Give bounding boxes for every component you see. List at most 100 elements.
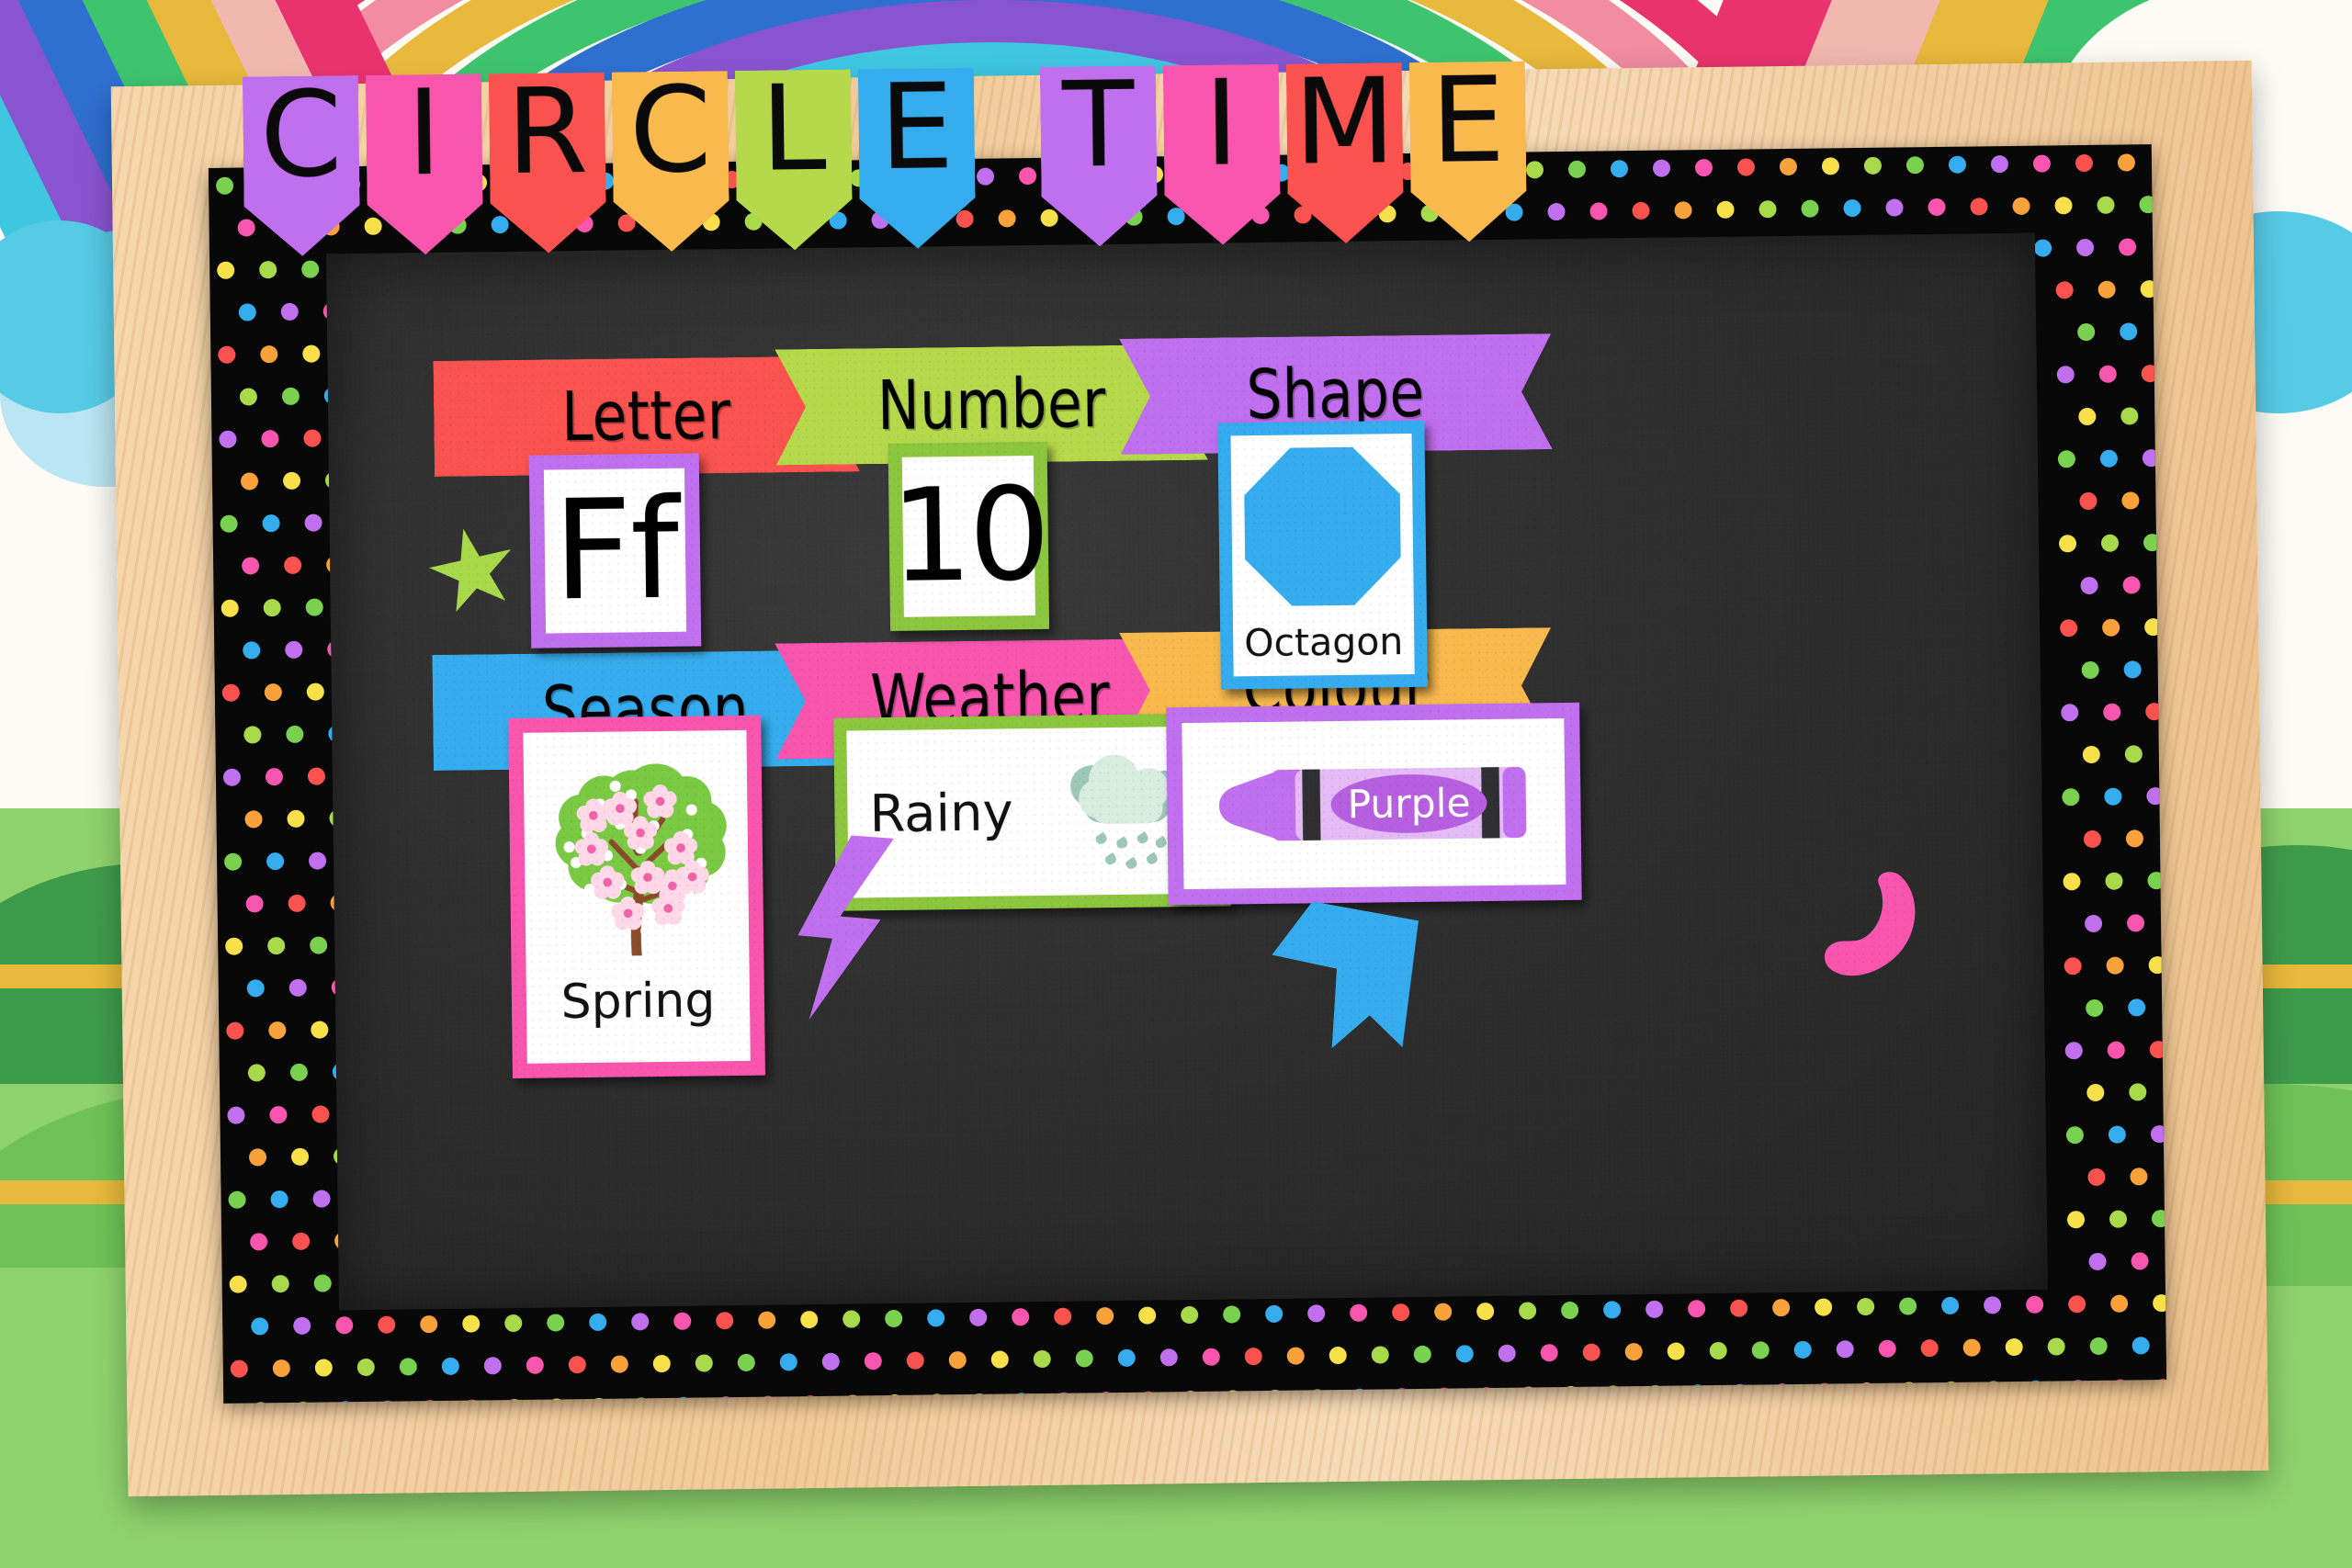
- polka-dot: [1371, 1346, 1389, 1364]
- title-letter: T: [1061, 56, 1136, 195]
- polka-dot: [307, 767, 326, 785]
- polka-dot: [1434, 1303, 1453, 1321]
- polka-dot: [1652, 159, 1671, 177]
- polka-dot: [2087, 1168, 2106, 1187]
- banner-shape[interactable]: Shape: [1119, 333, 1553, 455]
- polka-dot: [2066, 1211, 2086, 1229]
- polka-dot: [1694, 158, 1713, 177]
- polka-dot: [271, 1274, 289, 1293]
- polka-dot: [2063, 873, 2081, 891]
- screenshot-stage: Letter Number Shape Season Weather Colour Ff 10…: [0, 0, 2352, 1568]
- polka-dot: [2131, 1252, 2149, 1270]
- polka-dot: [526, 1356, 544, 1374]
- polka-dot: [2012, 197, 2030, 215]
- polka-dot: [1054, 1307, 1072, 1325]
- polka-dot: [272, 1359, 290, 1378]
- polka-dot: [1632, 201, 1650, 220]
- card-face: Purple: [1182, 717, 1566, 890]
- card-colour[interactable]: Purple: [1166, 702, 1582, 906]
- polka-dot: [2128, 998, 2146, 1017]
- octagon-icon: [1243, 446, 1401, 606]
- polka-dot: [1821, 157, 1840, 175]
- card-face: Ff: [543, 468, 687, 634]
- polka-dot: [2060, 619, 2078, 637]
- banner-label-colour: Colour: [1242, 647, 1430, 729]
- polka-dot: [2047, 1337, 2065, 1356]
- polka-dot: [242, 557, 260, 575]
- card-face: 10: [889, 456, 1047, 617]
- card-weather[interactable]: Rainy: [833, 713, 1231, 911]
- title-banner: CIRCLE TIME: [243, 61, 1534, 256]
- card-season[interactable]: Spring: [508, 715, 765, 1078]
- polka-dot: [2102, 618, 2120, 637]
- polka-dot: [1751, 1341, 1770, 1359]
- title-pennant-m-9: M: [1286, 62, 1404, 244]
- polka-dot: [226, 1021, 244, 1040]
- title-letter: C: [628, 62, 713, 200]
- polka-dot: [1589, 202, 1608, 220]
- polka-dot: [2120, 322, 2138, 341]
- polka-dot: [2033, 239, 2052, 257]
- polka-dot: [2054, 197, 2073, 215]
- polka-dot: [218, 345, 236, 364]
- polka-dot: [310, 936, 328, 954]
- polka-dot: [217, 261, 235, 279]
- star-shape: [421, 519, 526, 624]
- polka-dot: [225, 937, 243, 955]
- banner-letter[interactable]: Letter: [433, 355, 860, 477]
- polka-dot: [306, 682, 324, 701]
- polka-dot: [800, 1310, 819, 1329]
- banner-colour[interactable]: Colour: [1119, 627, 1553, 749]
- polka-dot: [483, 1357, 502, 1375]
- polka-dot: [547, 1314, 565, 1332]
- polka-dot: [906, 1351, 924, 1370]
- polka-dot: [227, 1106, 245, 1124]
- polka-dot: [1793, 1340, 1812, 1359]
- polka-dot: [1455, 1345, 1474, 1363]
- polka-dot: [1561, 1301, 1579, 1320]
- polka-dot: [1540, 1344, 1558, 1362]
- polka-dot: [441, 1357, 459, 1375]
- polka-dot: [2103, 703, 2121, 721]
- polka-dot: [286, 725, 304, 743]
- banner-number[interactable]: Number: [775, 344, 1208, 466]
- polka-dot: [1117, 1348, 1136, 1367]
- polka-dot: [1905, 156, 1925, 175]
- polka-dot: [2089, 1337, 2108, 1356]
- card-shape[interactable]: Octagon: [1217, 420, 1428, 690]
- polka-dot: [2083, 829, 2102, 849]
- polka-dot: [2078, 407, 2097, 426]
- polka-dot: [220, 514, 238, 533]
- polka-dot: [288, 978, 307, 997]
- polka-dot: [589, 1313, 607, 1332]
- polka-dot: [1928, 197, 1946, 217]
- polka-dot: [245, 895, 264, 913]
- polka-dot: [2100, 534, 2120, 552]
- polka-dot: [243, 641, 261, 660]
- banner-label-number: Number: [876, 364, 1107, 446]
- polka-dot: [222, 768, 242, 786]
- polka-dot: [2064, 1042, 2083, 1060]
- banner-weather[interactable]: Weather: [775, 638, 1206, 760]
- polka-dot: [2122, 576, 2141, 594]
- polka-dot: [420, 1315, 438, 1334]
- polka-dot: [842, 1310, 861, 1328]
- polka-dot: [281, 387, 300, 406]
- title-letter: M: [1293, 53, 1396, 192]
- title-letter: R: [505, 62, 589, 202]
- card-number[interactable]: 10: [888, 441, 1050, 631]
- polka-dot: [1736, 158, 1756, 176]
- card-letter[interactable]: Ff: [528, 453, 702, 649]
- polka-dot: [1392, 1303, 1410, 1322]
- polka-dot: [885, 1309, 903, 1328]
- banner-season[interactable]: Season: [432, 649, 859, 771]
- polka-dot: [1244, 1348, 1262, 1366]
- polka-dot: [268, 1021, 287, 1040]
- polka-dot: [2130, 1168, 2148, 1186]
- polka-dot: [250, 1233, 268, 1251]
- number-glyph: 10: [889, 459, 1048, 612]
- season-label: Spring: [560, 973, 716, 1031]
- polka-dot: [219, 430, 237, 448]
- polka-dot: [2086, 1083, 2105, 1102]
- polka-dot: [2005, 1337, 2023, 1357]
